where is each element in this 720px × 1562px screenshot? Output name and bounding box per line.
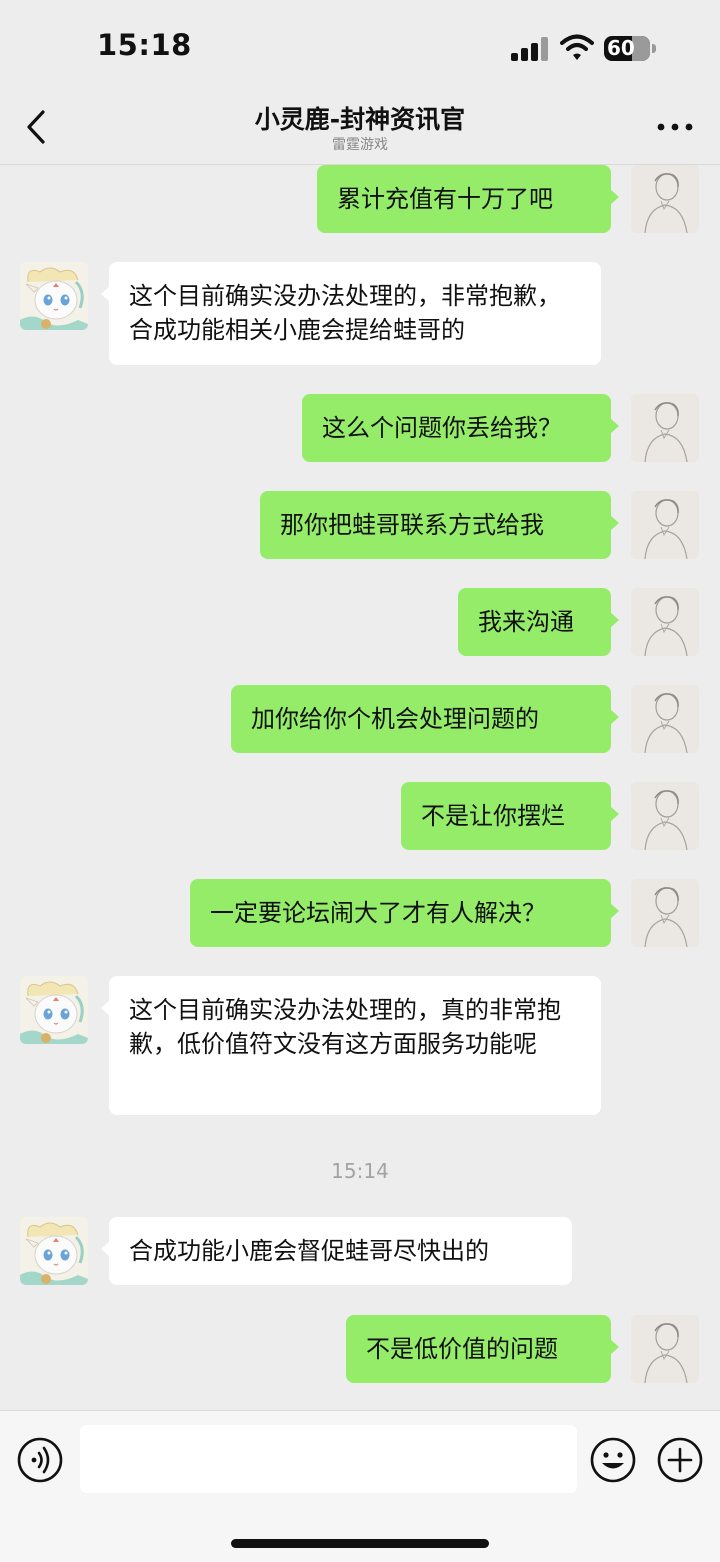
cellular-signal-icon	[511, 37, 549, 61]
input-bar	[0, 1410, 720, 1562]
plus-icon[interactable]	[656, 1436, 704, 1484]
emoji-icon[interactable]	[589, 1436, 637, 1484]
battery-level: 60	[607, 36, 635, 60]
bot-message-bubble[interactable]: 这个目前确实没办法处理的，非常抱歉，合成功能相关小鹿会提给蛙哥的	[101, 262, 601, 365]
my-message-bubble[interactable]: 一定要论坛闹大了才有人解决？	[190, 879, 619, 947]
bot-avatar[interactable]	[20, 262, 88, 330]
battery-icon: 60	[604, 36, 650, 61]
my-avatar[interactable]	[631, 394, 699, 462]
battery-tip	[652, 44, 656, 53]
more-icon[interactable]	[655, 112, 695, 142]
status-time: 15:18	[97, 28, 192, 62]
my-avatar[interactable]	[631, 165, 699, 233]
my-message-bubble[interactable]: 不是让你摆烂	[401, 782, 619, 850]
my-avatar[interactable]	[631, 879, 699, 947]
bot-message-bubble[interactable]: 这个目前确实没办法处理的，真的非常抱歉，低价值符文没有这方面服务功能呢	[101, 976, 601, 1115]
voice-icon[interactable]	[17, 1437, 63, 1483]
my-message-bubble[interactable]: 我来沟通	[458, 588, 619, 656]
chat-subtitle: 雷霆游戏	[332, 137, 388, 153]
my-message-bubble[interactable]: 这么个问题你丢给我？	[302, 394, 619, 462]
my-avatar[interactable]	[631, 685, 699, 753]
bot-avatar[interactable]	[20, 1217, 88, 1285]
chat-title: 小灵鹿-封神资讯官	[254, 105, 466, 134]
my-avatar[interactable]	[631, 1315, 699, 1383]
wifi-icon	[560, 34, 594, 60]
chat-header: 小灵鹿-封神资讯官 雷霆游戏	[0, 90, 720, 165]
message-timestamp: 15:14	[331, 1159, 389, 1183]
my-message-bubble[interactable]: 加你给你个机会处理问题的	[231, 685, 619, 753]
bot-message-bubble[interactable]: 合成功能小鹿会督促蛙哥尽快出的	[101, 1217, 572, 1285]
my-avatar[interactable]	[631, 491, 699, 559]
message-input[interactable]	[80, 1425, 577, 1493]
message-list[interactable]: 累计充值有十万了吧 这个目前确实没办法处理的，非常抱歉，合成功能相关小鹿会提给蛙…	[0, 165, 720, 1410]
home-indicator	[231, 1539, 489, 1548]
my-message-bubble[interactable]: 累计充值有十万了吧	[317, 165, 619, 233]
my-avatar[interactable]	[631, 588, 699, 656]
my-message-bubble[interactable]: 那你把蛙哥联系方式给我	[260, 491, 619, 559]
status-bar: 15:18 60	[0, 0, 720, 90]
my-message-bubble[interactable]: 不是低价值的问题	[346, 1315, 619, 1383]
my-avatar[interactable]	[631, 782, 699, 850]
bot-avatar[interactable]	[20, 976, 88, 1044]
